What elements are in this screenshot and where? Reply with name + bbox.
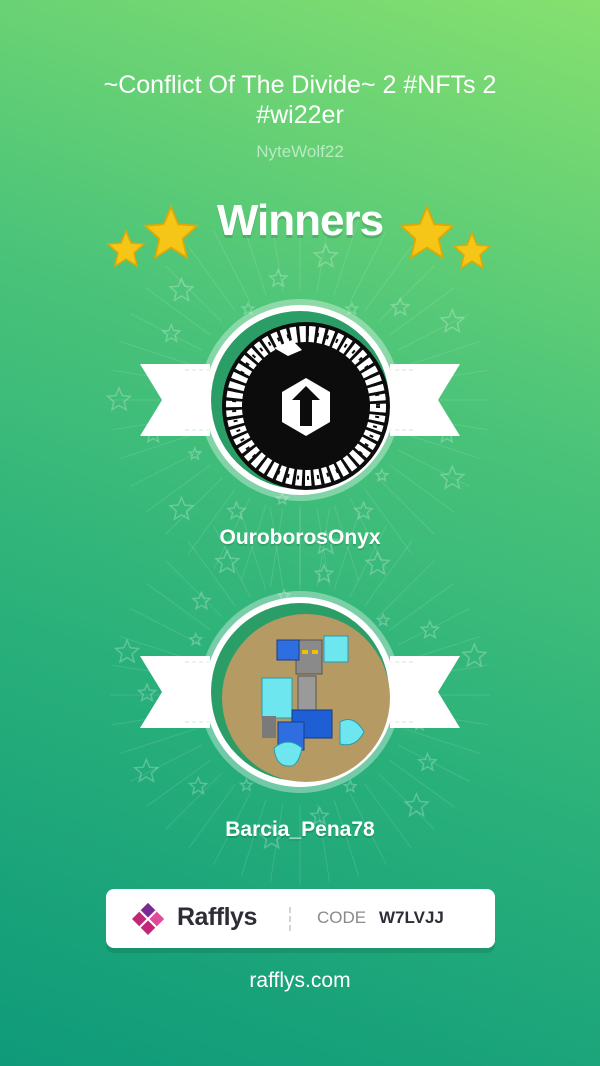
winner-card: OuroborosOnyx [0, 300, 600, 560]
winner-name: Barcia_Pena78 [225, 818, 375, 841]
winners-heading: Winners [216, 196, 384, 245]
code-label: CODE [317, 908, 367, 927]
winner-avatar [205, 305, 395, 495]
raffle-title: ~Conflict Of The Divide~ 2 #NFTs 2 #wi22… [103, 71, 497, 129]
ouroboros-logo-icon [226, 326, 386, 486]
raffle-code-card: Rafflys CODE W7LVJJ [106, 889, 495, 948]
robot-mech-icon [261, 635, 365, 767]
rafflys-logo-icon [132, 903, 164, 935]
host-name: NyteWolf22 [256, 142, 344, 161]
website-link[interactable]: rafflys.com [0, 969, 600, 993]
divider [289, 907, 291, 931]
brand-name: Rafflys [177, 903, 257, 931]
winner-name: OuroborosOnyx [219, 526, 381, 549]
winner-card: Barcia_Pena78 [0, 592, 600, 852]
winner-avatar [205, 597, 395, 787]
code-value: W7LVJJ [379, 908, 444, 927]
